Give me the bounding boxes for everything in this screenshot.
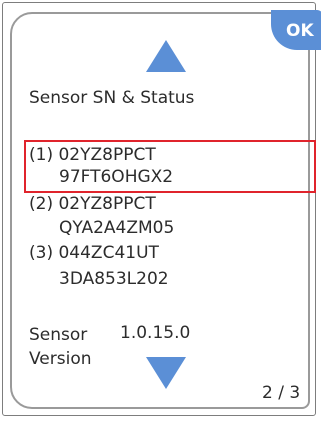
screen-title: Sensor SN & Status <box>29 88 195 108</box>
page-indicator: 2 / 3 <box>262 383 301 403</box>
sensor-1-line2[interactable]: 97FT6OHGX2 <box>59 167 173 187</box>
scroll-down-arrow-icon[interactable] <box>146 357 186 389</box>
sensor-2-line2[interactable]: QYA2A4ZM05 <box>59 218 174 238</box>
scroll-up-arrow-icon[interactable] <box>146 40 186 72</box>
version-value: 1.0.15.0 <box>120 323 191 343</box>
version-label: Sensor Version <box>29 323 92 371</box>
sensor-1-line1[interactable]: (1) 02YZ8PPCT <box>29 145 156 165</box>
version-label-line1: Sensor <box>29 325 88 345</box>
sensor-2-line1[interactable]: (2) 02YZ8PPCT <box>29 194 156 214</box>
version-label-line2: Version <box>29 349 92 369</box>
ok-label: OK <box>286 21 314 41</box>
sensor-3-line1[interactable]: (3) 044ZC41UT <box>29 243 159 263</box>
sensor-3-line2[interactable]: 3DA853L202 <box>59 269 169 289</box>
